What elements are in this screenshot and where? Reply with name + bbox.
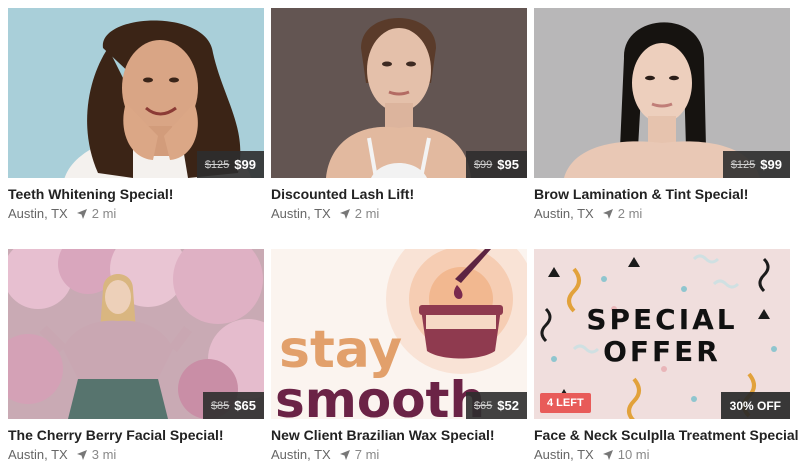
discount-badge: 30% OFF bbox=[720, 392, 790, 419]
navigation-arrow-icon bbox=[602, 208, 613, 219]
deal-card[interactable]: SPECIAL OFFER 4 LEFT 30% OFF Face & Neck… bbox=[534, 249, 799, 462]
original-price: $125 bbox=[204, 158, 230, 171]
deal-image[interactable]: $99 $95 bbox=[271, 8, 527, 178]
sale-price: $65 bbox=[234, 398, 256, 413]
deal-location: Austin, TX 2 mi bbox=[8, 206, 264, 221]
navigation-arrow-icon bbox=[339, 208, 350, 219]
deal-title[interactable]: Face & Neck Sculplla Treatment Special bbox=[534, 427, 799, 443]
price-tag: $125 $99 bbox=[722, 151, 790, 178]
deal-image[interactable]: $85 $65 bbox=[8, 249, 264, 419]
sale-price: $99 bbox=[760, 157, 782, 172]
deal-title[interactable]: Brow Lamination & Tint Special! bbox=[534, 186, 790, 202]
price-tag: $99 $95 bbox=[465, 151, 527, 178]
original-price: $125 bbox=[730, 158, 756, 171]
stock-badge: 4 LEFT bbox=[540, 393, 591, 413]
original-price: $99 bbox=[473, 158, 493, 171]
location-text: Austin, TX bbox=[8, 447, 68, 462]
deal-card[interactable]: $99 $95 Discounted Lash Lift! Austin, TX… bbox=[271, 8, 527, 221]
distance-text: 3 mi bbox=[91, 447, 117, 462]
deal-location: Austin, TX 2 mi bbox=[271, 206, 527, 221]
deal-image[interactable]: $125 $99 bbox=[534, 8, 790, 178]
deal-title[interactable]: The Cherry Berry Facial Special! bbox=[8, 427, 264, 443]
sale-price: $95 bbox=[497, 157, 519, 172]
deal-card[interactable]: stay smooth $65 $52 New Client Brazilian… bbox=[271, 249, 527, 462]
promo-text-offer: OFFER bbox=[603, 335, 721, 368]
original-price: $65 bbox=[473, 399, 493, 412]
deal-title[interactable]: Discounted Lash Lift! bbox=[271, 186, 527, 202]
location-text: Austin, TX bbox=[8, 206, 68, 221]
original-price: $85 bbox=[210, 399, 230, 412]
deal-location: Austin, TX 10 mi bbox=[534, 447, 790, 462]
price-tag: $85 $65 bbox=[202, 392, 264, 419]
deal-location: Austin, TX 7 mi bbox=[271, 447, 527, 462]
distance-text: 2 mi bbox=[91, 206, 117, 221]
deal-image[interactable]: stay smooth $65 $52 bbox=[271, 249, 527, 419]
location-text: Austin, TX bbox=[271, 447, 331, 462]
promo-text-special: SPECIAL bbox=[586, 303, 737, 336]
price-tag: $125 $99 bbox=[196, 151, 264, 178]
distance-text: 7 mi bbox=[354, 447, 380, 462]
location-text: Austin, TX bbox=[271, 206, 331, 221]
navigation-arrow-icon bbox=[76, 208, 87, 219]
deal-card[interactable]: $125 $99 Teeth Whitening Special! Austin… bbox=[8, 8, 264, 221]
location-text: Austin, TX bbox=[534, 447, 594, 462]
distance-text: 10 mi bbox=[617, 447, 650, 462]
deal-image[interactable]: SPECIAL OFFER 4 LEFT 30% OFF bbox=[534, 249, 790, 419]
deal-location: Austin, TX 2 mi bbox=[534, 206, 790, 221]
distance-text: 2 mi bbox=[617, 206, 643, 221]
distance-text: 2 mi bbox=[354, 206, 380, 221]
deal-card[interactable]: $125 $99 Brow Lamination & Tint Special!… bbox=[534, 8, 790, 221]
sale-price: $52 bbox=[497, 398, 519, 413]
location-text: Austin, TX bbox=[534, 206, 594, 221]
deal-card[interactable]: $85 $65 The Cherry Berry Facial Special!… bbox=[8, 249, 264, 462]
deal-title[interactable]: Teeth Whitening Special! bbox=[8, 186, 264, 202]
promo-text-smooth: smooth bbox=[275, 371, 485, 419]
navigation-arrow-icon bbox=[602, 449, 613, 460]
deal-title[interactable]: New Client Brazilian Wax Special! bbox=[271, 427, 527, 443]
deal-image[interactable]: $125 $99 bbox=[8, 8, 264, 178]
navigation-arrow-icon bbox=[76, 449, 87, 460]
navigation-arrow-icon bbox=[339, 449, 350, 460]
deal-location: Austin, TX 3 mi bbox=[8, 447, 264, 462]
price-tag: $65 $52 bbox=[465, 392, 527, 419]
sale-price: $99 bbox=[234, 157, 256, 172]
